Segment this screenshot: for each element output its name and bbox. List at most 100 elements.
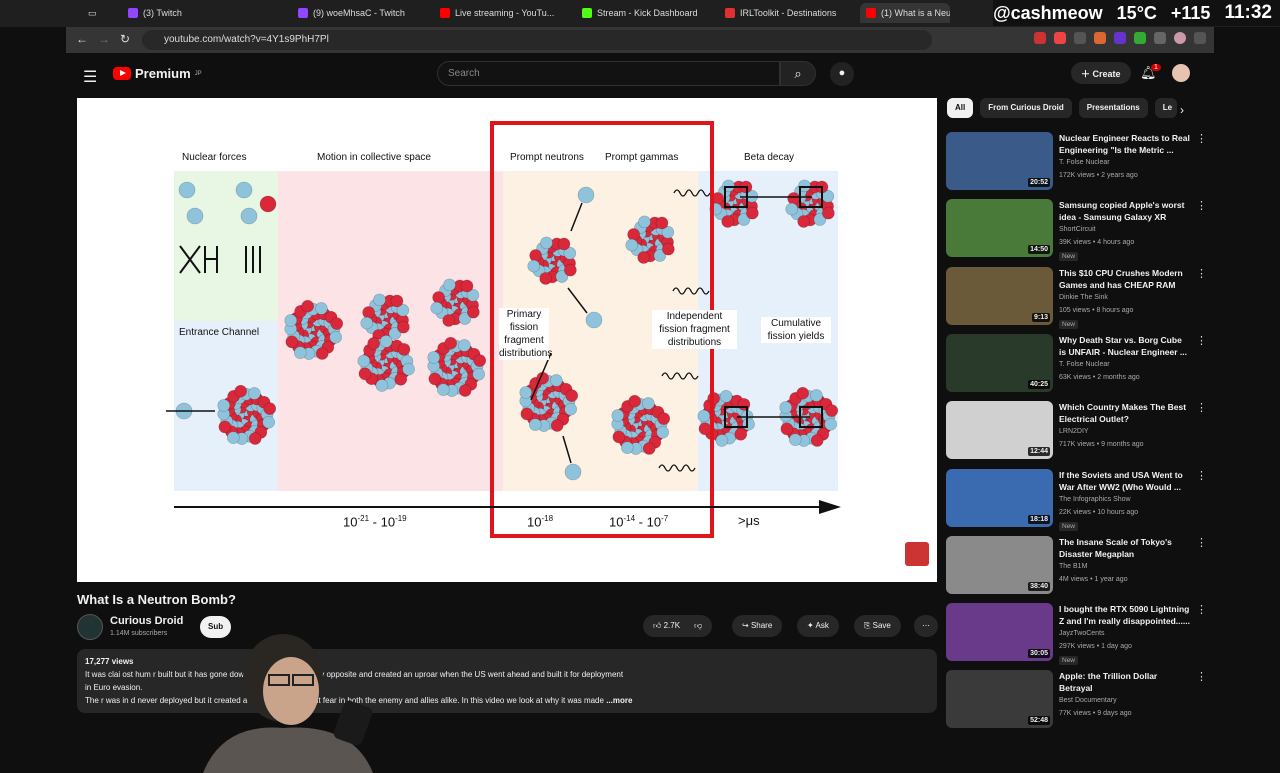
recommended-title[interactable]: Apple: the Trillion Dollar Betrayal: [1059, 670, 1191, 694]
create-button[interactable]: ＋ Create: [1071, 62, 1131, 84]
recommended-meta: 39K views • 4 hours ago: [1059, 239, 1135, 247]
recommended-video[interactable]: 40:25 Why Death Star vs. Borg Cube is UNF…: [946, 333, 1211, 396]
recommended-video[interactable]: 30:05 I bought the RTX 5090 Lightning Z a…: [946, 603, 1211, 666]
video-thumbnail[interactable]: 40:25: [946, 333, 1053, 392]
recommended-channel[interactable]: Dinkie The Sink: [1059, 294, 1108, 301]
recommended-video[interactable]: 9:13 This $10 CPU Crushes Modern Games an…: [946, 266, 1211, 329]
like-button[interactable]: 👍︎ 2.7K 👎︎: [643, 615, 713, 637]
forward-icon[interactable]: →: [98, 32, 110, 46]
recommended-channel[interactable]: Best Documentary: [1059, 697, 1117, 704]
nucleon: [825, 404, 839, 417]
new-badge: New: [1059, 656, 1079, 666]
show-more-link[interactable]: ...more: [606, 696, 632, 705]
browser-tab-2[interactable]: (9) woeMhsaC - Twitch: [298, 3, 428, 23]
nucleon: [234, 384, 247, 398]
recommended-title[interactable]: Nuclear Engineer Reacts to Real Engineer…: [1059, 132, 1191, 156]
channel-avatar[interactable]: [77, 614, 103, 640]
youtube-premium-logo[interactable]: Premium JP: [113, 66, 202, 81]
video-thumbnail[interactable]: 14:50: [946, 199, 1053, 258]
recommended-title[interactable]: The Insane Scale of Tokyo's Disaster Meg…: [1059, 536, 1191, 560]
recommended-channel[interactable]: ShortCircuit: [1059, 226, 1096, 233]
more-options-icon[interactable]: ⋮: [1196, 469, 1207, 482]
nucleon: [444, 336, 457, 350]
chip-presentations[interactable]: Presentations: [1078, 98, 1148, 118]
recommended-video[interactable]: 12:44 Which Country Makes The Best Electr…: [946, 401, 1211, 463]
nucleon: [642, 397, 655, 410]
browser-tab-1[interactable]: (3) Twitch: [128, 3, 278, 23]
video-thumbnail[interactable]: 38:40: [946, 535, 1053, 594]
chevron-right-icon[interactable]: ›: [1180, 103, 1184, 117]
tab-overview-icon[interactable]: ▭: [88, 3, 97, 23]
recommended-title[interactable]: If the Soviets and USA Went to War After…: [1059, 469, 1191, 493]
more-options-icon[interactable]: ⋮: [1196, 267, 1207, 280]
recommended-title[interactable]: This $10 CPU Crushes Modern Games and ha…: [1059, 267, 1191, 291]
menu-icon[interactable]: [1194, 32, 1206, 44]
video-thumbnail[interactable]: 20:52: [946, 132, 1053, 190]
browser-tab-4[interactable]: Stream - Kick Dashboard: [582, 3, 712, 23]
recommended-title[interactable]: Samsung copied Apple's worst idea - Sams…: [1059, 199, 1191, 223]
search-input[interactable]: Search: [437, 61, 780, 86]
nucleon: [427, 351, 441, 364]
video-thumbnail[interactable]: 18:18: [946, 468, 1053, 527]
microphone-button[interactable]: ●: [830, 62, 854, 86]
extension-icon[interactable]: [1074, 32, 1086, 44]
neutron: [235, 181, 253, 199]
channel-name[interactable]: Curious Droid: [110, 615, 183, 627]
recommended-channel[interactable]: The Infographics Show: [1059, 496, 1131, 503]
nucleon: [248, 387, 261, 400]
share-button[interactable]: ↪ Share: [732, 615, 783, 637]
extension-icon[interactable]: [1054, 32, 1066, 44]
recommended-video[interactable]: 52:48 Apple: the Trillion Dollar Betrayal…: [946, 670, 1211, 732]
nucleon: [527, 259, 541, 273]
recommended-title[interactable]: Which Country Makes The Best Electrical …: [1059, 401, 1191, 425]
recommended-channel[interactable]: T. Folse Nuclear: [1059, 159, 1110, 166]
recommended-channel[interactable]: The B1M: [1059, 563, 1087, 570]
recommended-video[interactable]: 38:40 The Insane Scale of Tokyo's Disaste…: [946, 535, 1211, 598]
recommended-title[interactable]: Why Death Star vs. Borg Cube is UNFAIR -…: [1059, 334, 1191, 358]
more-options-icon[interactable]: ⋮: [1196, 199, 1207, 212]
thumbs-down-icon[interactable]: 👎︎: [694, 621, 702, 630]
recommended-video[interactable]: 20:52 Nuclear Engineer Reacts to Real Eng…: [946, 132, 1211, 194]
video-thumbnail[interactable]: 30:05: [946, 603, 1053, 662]
duration-badge: 9:13: [1031, 312, 1050, 322]
subscribe-watermark-icon[interactable]: [905, 542, 929, 566]
extension-icon[interactable]: [1114, 32, 1126, 44]
hamburger-menu-icon[interactable]: ☰: [83, 67, 97, 87]
reload-icon[interactable]: ↻: [120, 32, 130, 46]
more-options-icon[interactable]: ⋮: [1196, 536, 1207, 549]
back-icon[interactable]: ←: [76, 32, 88, 46]
extension-icon[interactable]: [1034, 32, 1046, 44]
recommended-title[interactable]: I bought the RTX 5090 Lightning Z and I'…: [1059, 603, 1191, 627]
extension-icon[interactable]: [1134, 32, 1146, 44]
chip-all[interactable]: All: [947, 98, 974, 118]
save-button[interactable]: ⎘ Save: [854, 615, 901, 637]
browser-tab-5[interactable]: IRLToolkit - Destinations: [725, 3, 850, 23]
chip-from-channel[interactable]: From Curious Droid: [980, 98, 1072, 118]
more-options-icon[interactable]: ⋮: [1196, 670, 1207, 683]
more-options-icon[interactable]: ⋮: [1196, 334, 1207, 347]
browser-tab-3[interactable]: Live streaming - YouTu...: [440, 3, 565, 23]
more-options-icon[interactable]: ⋮: [1196, 401, 1207, 414]
video-thumbnail[interactable]: 12:44: [946, 401, 1053, 460]
video-player[interactable]: Nuclear forces Motion in collective spac…: [77, 98, 937, 582]
more-options-icon[interactable]: ⋮: [1196, 603, 1207, 616]
search-button[interactable]: ⌕: [780, 61, 816, 86]
overlay-count: +115: [1170, 2, 1211, 23]
puzzle-icon[interactable]: [1154, 32, 1166, 44]
recommended-channel[interactable]: T. Folse Nuclear: [1059, 361, 1110, 368]
recommended-channel[interactable]: LRN2DIY: [1059, 428, 1089, 435]
profile-icon[interactable]: [1174, 32, 1186, 44]
browser-tab-active[interactable]: (1) What is a Neutr...: [860, 3, 950, 23]
more-options-icon[interactable]: ⋮: [1196, 132, 1207, 145]
ask-button[interactable]: ✦ Ask: [797, 615, 839, 637]
recommendation-filter-chips: All From Curious Droid Presentations Le: [947, 98, 1177, 118]
chip-more[interactable]: Le: [1154, 98, 1177, 118]
url-field[interactable]: youtube.com/watch?v=4Y1s9PhH7Pl: [142, 30, 932, 50]
more-actions-icon[interactable]: ⋯: [914, 615, 938, 637]
account-avatar[interactable]: [1172, 64, 1190, 82]
video-thumbnail[interactable]: 9:13: [946, 266, 1053, 325]
recommended-channel[interactable]: JayzTwoCents: [1059, 630, 1105, 637]
extension-icon[interactable]: [1094, 32, 1106, 44]
recommended-video[interactable]: 14:50 Samsung copied Apple's worst idea -…: [946, 199, 1211, 262]
recommended-video[interactable]: 18:18 If the Soviets and USA Went to War …: [946, 468, 1211, 531]
